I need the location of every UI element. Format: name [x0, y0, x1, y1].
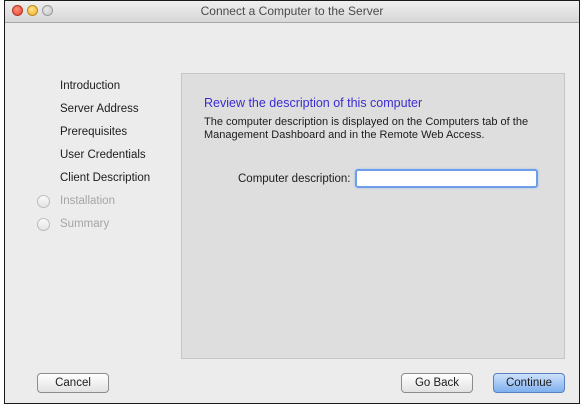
computer-description-input[interactable] [354, 169, 538, 188]
continue-button[interactable]: Continue [493, 373, 565, 393]
step-label: Introduction [60, 80, 121, 92]
step-label: User Credentials [60, 149, 146, 161]
setup-window: Connect a Computer to the Server Introdu… [4, 0, 580, 404]
window-title: Connect a Computer to the Server [200, 4, 384, 18]
step-introduction: Introduction [35, 75, 185, 98]
content-panel: Review the description of this computer … [181, 73, 565, 359]
computer-description-row: Computer description: [238, 169, 538, 188]
step-label: Server Address [60, 103, 139, 115]
computer-description-label: Computer description: [238, 172, 351, 185]
step-summary: Summary [35, 213, 185, 236]
step-server-address: Server Address [35, 98, 185, 121]
panel-description: The computer description is displayed on… [204, 116, 529, 141]
step-label: Summary [60, 218, 110, 230]
step-installation: Installation [35, 190, 185, 213]
panel-heading: Review the description of this computer [204, 96, 423, 110]
step-prerequisites: Prerequisites [35, 121, 185, 144]
step-label: Prerequisites [60, 126, 128, 138]
cancel-button[interactable]: Cancel [37, 373, 109, 393]
title-bar[interactable]: Connect a Computer to the Server [5, 1, 579, 23]
step-user-credentials: User Credentials [35, 144, 185, 167]
pending-step-circle-icon [37, 218, 50, 231]
wizard-steps: Introduction Server Address Prerequisite… [35, 75, 185, 236]
pending-step-circle-icon [37, 195, 50, 208]
step-client-description: Client Description [35, 167, 185, 190]
go-back-button[interactable]: Go Back [401, 373, 473, 393]
step-label: Client Description [60, 172, 151, 184]
step-label: Installation [60, 195, 115, 207]
